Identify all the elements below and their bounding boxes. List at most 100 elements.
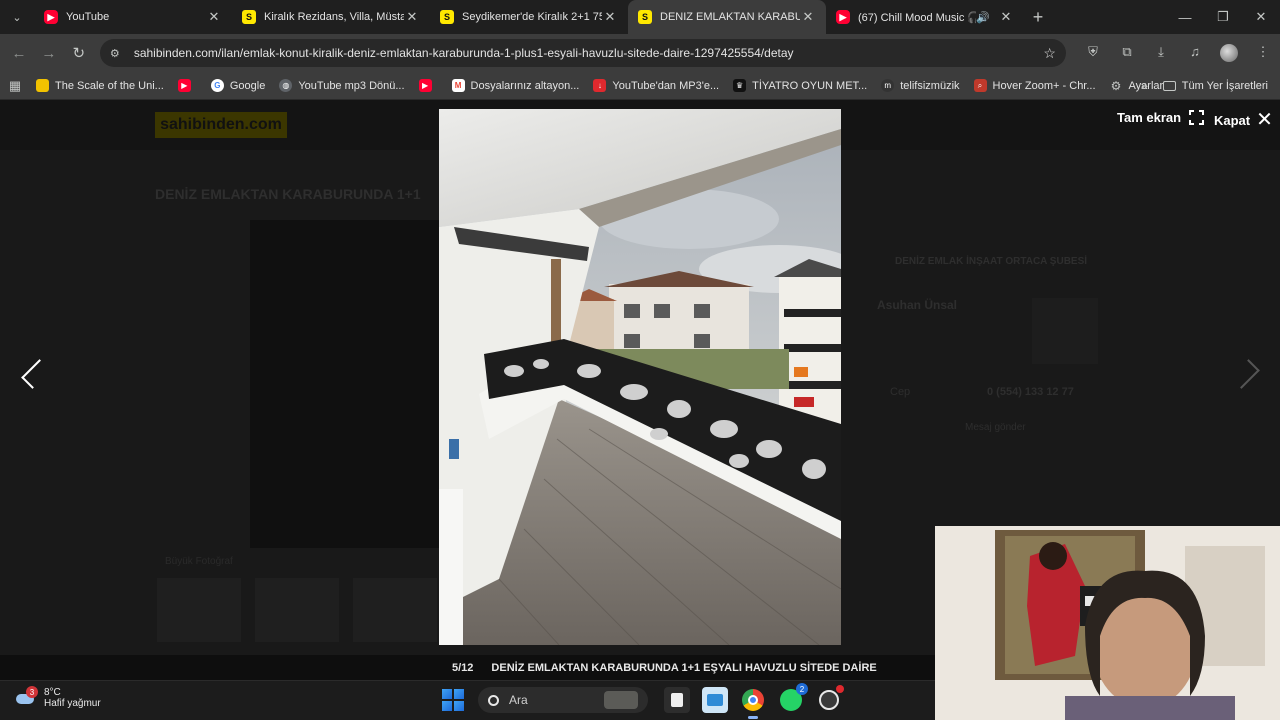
weather-alert-badge: 3 (26, 686, 38, 698)
back-icon[interactable]: ← (4, 45, 34, 62)
browser-toolbar: ← → ↻ ⚙ sahibinden.com/ilan/emlak-konut-… (0, 34, 1280, 72)
big-photo-link: Büyük Fotoğraf (165, 556, 233, 567)
extensions-icon[interactable]: ⧉ (1110, 44, 1144, 62)
task-view-icon[interactable] (664, 687, 690, 713)
bookmarks-overflow-icon[interactable]: » (1141, 78, 1148, 93)
tab-close-icon[interactable]: ✕ (998, 9, 1014, 25)
tab-youtube[interactable]: ▶ YouTube ✕ (34, 0, 232, 34)
url-text[interactable]: sahibinden.com/ilan/emlak-konut-kiralik-… (134, 46, 1044, 60)
webcam-feed (935, 526, 1280, 720)
close-window-icon[interactable]: ✕ (1242, 0, 1280, 34)
bookmark-item[interactable]: ↓ YouTube'dan MP3'e... (593, 79, 719, 92)
search-icon (488, 694, 499, 706)
bookmark-item[interactable]: ♛ TİYATRO OYUN MET... (733, 79, 867, 92)
fullscreen-button[interactable]: Tam ekran (1117, 110, 1205, 125)
speaker-icon[interactable]: 🔊 (976, 11, 990, 24)
tab-close-icon[interactable]: ✕ (206, 9, 222, 25)
download-icon[interactable]: ⤓ (1144, 44, 1178, 62)
weather-widget[interactable]: 3 8°C Hafif yağmur (16, 686, 101, 709)
windows-start-icon[interactable] (442, 689, 464, 711)
bookmark-item[interactable]: ⚙ Ayarlar (1110, 79, 1164, 93)
bookmark-item[interactable]: M Dosyalarınız altayon... (451, 79, 580, 92)
photos-app-icon[interactable] (702, 687, 728, 713)
bookmark-item[interactable]: G Google (210, 79, 266, 92)
bookmark-item[interactable]: The Scale of the Uni... (36, 79, 164, 92)
temperature: 8°C (44, 687, 61, 698)
youtube-icon: ▶ (44, 10, 58, 24)
tab-seydikemer[interactable]: S Seydikemer'de Kiralık 2+1 75m² ✕ (430, 0, 628, 34)
notification-dot (836, 685, 844, 693)
bookmark-label: Dosyalarınız altayon... (470, 79, 580, 92)
app-icon[interactable] (816, 685, 844, 713)
bookmark-star-icon[interactable]: ☆ (1043, 45, 1056, 62)
send-message-link: Mesaj gönder (965, 422, 1026, 433)
windows-taskbar: 3 8°C Hafif yağmur Ara 2 (0, 680, 935, 720)
bookmark-yellow-icon (36, 79, 49, 92)
thumbnail (353, 578, 437, 642)
agent-avatar (1032, 298, 1098, 364)
folder-icon (1162, 80, 1176, 91)
bookmark-item[interactable]: ◍ YouTube mp3 Dönü... (279, 79, 405, 92)
google-icon: G (210, 79, 224, 92)
tab-close-icon[interactable]: ✕ (404, 9, 420, 25)
bookmark-label: Google (229, 79, 266, 92)
whatsapp-badge: 2 (796, 683, 808, 695)
thumbnail (157, 578, 241, 642)
next-photo-button[interactable] (1230, 350, 1267, 398)
youtube-icon: ▶ (836, 10, 850, 24)
sahibinden-icon: S (242, 10, 256, 24)
bookmark-item[interactable]: ▶ (418, 79, 438, 92)
tab-close-icon[interactable]: ✕ (800, 9, 816, 25)
bookmark-item[interactable]: m telifsizmüzik (881, 79, 960, 92)
taskbar-search[interactable]: Ara (478, 687, 648, 713)
window-controls: — ❐ ✕ (1166, 0, 1280, 34)
phone-label: Cep (890, 386, 911, 398)
tab-close-icon[interactable]: ✕ (602, 9, 618, 25)
shield-extension-icon[interactable]: ⛨ (1076, 44, 1110, 62)
whatsapp-icon[interactable]: 2 (778, 683, 808, 713)
close-gallery-button[interactable]: Kapat ✕ (1214, 110, 1273, 130)
agent-name: Asuhan Ünsal (877, 298, 958, 312)
listing-thumbnails (157, 578, 437, 642)
gmail-icon: M (451, 79, 465, 92)
m-icon: m (881, 79, 895, 92)
chevron-left-icon (21, 359, 51, 389)
chevron-right-icon (1230, 359, 1260, 389)
chrome-icon[interactable] (740, 687, 766, 719)
minimize-icon[interactable]: — (1166, 0, 1204, 34)
listing-main-photo (250, 220, 440, 548)
site-settings-icon[interactable]: ⚙ (110, 47, 126, 60)
new-tab-button[interactable]: + (1024, 7, 1052, 28)
tab-search-chevron-icon[interactable]: ⌄ (0, 0, 34, 34)
store-name: DENİZ EMLAK İNŞAAT ORTACA ŞUBESİ (895, 256, 1088, 267)
profile-avatar[interactable] (1212, 44, 1246, 62)
webcam-overlay (935, 526, 1280, 720)
media-control-icon[interactable]: ♫ (1178, 44, 1212, 62)
photo-counter: 5/12 (452, 661, 474, 674)
site-logo: sahibinden.com (155, 112, 287, 138)
search-highlight-image (604, 691, 638, 709)
forward-icon[interactable]: → (34, 45, 64, 62)
youtube-icon: ▶ (177, 79, 191, 92)
youtube-icon: ▶ (418, 79, 432, 92)
gallery-photo[interactable] (439, 109, 841, 645)
tab-title: DENIZ EMLAKTAN KARABURUN (660, 11, 800, 23)
sahibinden-icon: S (638, 10, 652, 24)
reload-icon[interactable]: ↻ (64, 44, 94, 62)
previous-photo-button[interactable] (14, 350, 51, 398)
tab-title: YouTube (66, 11, 110, 23)
apps-grid-icon[interactable]: ▦ (0, 78, 30, 94)
bookmark-item[interactable]: ⌕ Hover Zoom+ - Chr... (973, 79, 1096, 92)
tab-chill-mood-music[interactable]: ▶ (67) Chill Mood Music 🎧 – 🔊 ✕ (826, 0, 1024, 34)
tab-deniz-emlak[interactable]: S DENIZ EMLAKTAN KARABURUN ✕ (628, 0, 826, 34)
bookmark-label: telifsizmüzik (900, 79, 960, 92)
bookmark-item[interactable]: ▶ (177, 79, 197, 92)
tab-kiralik-rezidans[interactable]: S Kiralık Rezidans, Villa, Müstakil E ✕ (232, 0, 430, 34)
all-bookmarks-button[interactable]: Tüm Yer İşaretleri (1162, 80, 1268, 92)
tab-strip: ⌄ ▶ YouTube ✕ S Kiralık Rezidans, Villa,… (0, 0, 1280, 34)
globe-icon: ◍ (279, 79, 293, 92)
address-bar[interactable]: ⚙ sahibinden.com/ilan/emlak-konut-kirali… (99, 39, 1066, 67)
restore-icon[interactable]: ❐ (1204, 0, 1242, 34)
bookmark-label: YouTube'dan MP3'e... (612, 79, 720, 92)
more-menu-icon[interactable]: ⋮ (1246, 44, 1280, 62)
